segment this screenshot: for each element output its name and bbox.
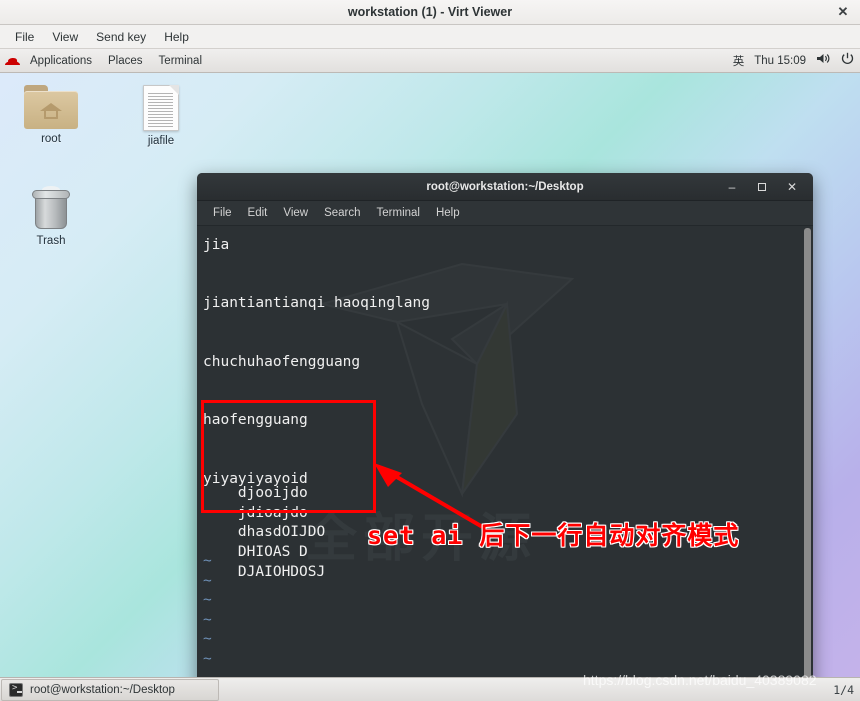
menu-item-view[interactable]: View <box>43 28 87 46</box>
virt-viewer-titlebar: workstation (1) - Virt Viewer ✕ <box>0 0 860 25</box>
gnome-top-panel: Applications Places Terminal 英 Thu 15:09 <box>0 49 860 73</box>
desktop-icon-label: root <box>41 133 61 145</box>
terminal-scrollbar[interactable] <box>802 226 813 677</box>
desktop-icon-jiafile[interactable]: jiafile <box>118 85 204 149</box>
close-icon[interactable]: ✕ <box>785 180 799 194</box>
terminal-menubar: File Edit View Search Terminal Help <box>197 201 813 226</box>
maximize-icon[interactable] <box>755 180 769 194</box>
desktop-icon-trash[interactable]: Trash <box>8 185 94 249</box>
taskbar-window-label: root@workstation:~/Desktop <box>30 683 175 696</box>
terminal-body[interactable]: 全部开源 jia jiantiantianqi haoqinglang chuc… <box>197 226 813 677</box>
terminal-menu-terminal[interactable]: Terminal <box>369 205 428 221</box>
annotation-text: set ai 后下一行自动对齐模式 <box>366 520 740 550</box>
power-icon[interactable] <box>841 52 854 70</box>
menu-item-file[interactable]: File <box>6 28 43 46</box>
terminal-window[interactable]: root@workstation:~/Desktop – ✕ File Edit… <box>197 173 813 677</box>
terminal-menu-search[interactable]: Search <box>316 205 368 221</box>
terminal-icon <box>9 682 23 697</box>
terminal-line: jia <box>203 237 230 253</box>
virt-viewer-menubar: File View Send key Help <box>0 25 860 49</box>
desktop-area: root jiafile Trash root@workstation:~/De… <box>0 73 860 677</box>
terminal-menu-file[interactable]: File <box>205 205 240 221</box>
redhat-logo-icon <box>5 55 20 67</box>
scrollbar-thumb[interactable] <box>804 228 811 677</box>
terminal-line: haofengguang <box>203 412 308 429</box>
desktop-icon-label: Trash <box>36 235 66 247</box>
taskbar-window-button[interactable]: root@workstation:~/Desktop <box>1 678 219 701</box>
bottom-taskbar: root@workstation:~/Desktop 1/4 <box>0 677 860 701</box>
window-title: workstation (1) - Virt Viewer <box>347 5 513 19</box>
menu-item-send-key[interactable]: Send key <box>87 28 155 46</box>
terminal-menu-edit[interactable]: Edit <box>240 205 276 221</box>
terminal-line: djooijdo <box>203 484 308 501</box>
trash-icon <box>30 185 72 231</box>
document-icon <box>143 85 179 131</box>
menu-item-help[interactable]: Help <box>155 28 198 46</box>
terminal-title: root@workstation:~/Desktop <box>426 180 584 193</box>
terminal-menu-view[interactable]: View <box>275 205 316 221</box>
workspace-indicator[interactable]: 1/4 <box>833 683 854 697</box>
vim-empty-line-markers: ~ ~ ~ ~ ~ ~ ~ ~ ~ <box>203 553 212 677</box>
clock[interactable]: Thu 15:09 <box>754 55 806 67</box>
terminal-menu-help[interactable]: Help <box>428 205 468 221</box>
terminal-line: chuchuhaofengguang <box>203 353 361 370</box>
panel-item-places[interactable]: Places <box>100 53 151 69</box>
panel-item-applications[interactable]: Applications <box>22 53 100 69</box>
panel-item-terminal[interactable]: Terminal <box>151 53 210 69</box>
terminal-line: DJAIOHDOSJ <box>203 564 326 581</box>
home-folder-icon <box>24 85 78 129</box>
volume-icon[interactable] <box>816 52 831 70</box>
terminal-titlebar: root@workstation:~/Desktop – ✕ <box>197 173 813 201</box>
desktop-icon-label: jiafile <box>147 135 175 147</box>
desktop-icon-root[interactable]: root <box>8 85 94 147</box>
input-method-indicator[interactable]: 英 <box>733 53 745 69</box>
terminal-line: jiantiantianqi haoqinglang <box>203 295 430 312</box>
minimize-icon[interactable]: – <box>725 180 739 194</box>
close-icon[interactable]: ✕ <box>834 3 852 21</box>
